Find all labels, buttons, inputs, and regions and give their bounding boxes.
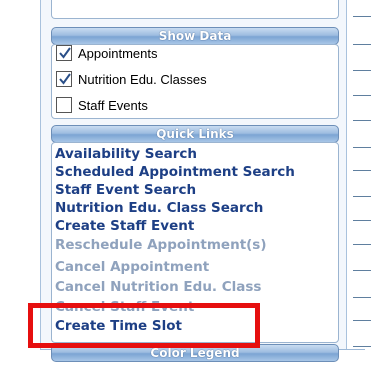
grid-line [353, 120, 371, 121]
grid-line [353, 346, 371, 347]
highlight-box [28, 303, 260, 348]
grid-line [353, 16, 371, 17]
grid-line [353, 147, 371, 148]
app-frame: Show Data Appointments Nutrition Edu. Cl… [0, 0, 371, 367]
grid-line [353, 297, 371, 298]
option-nutrition-classes[interactable]: Nutrition Edu. Classes [56, 70, 207, 88]
checkmark-icon [59, 47, 71, 59]
link-scheduled-appointment-search[interactable]: Scheduled Appointment Search [55, 163, 295, 181]
grid-line [353, 70, 371, 71]
option-appointments[interactable]: Appointments [56, 44, 158, 62]
grid-line [353, 220, 371, 221]
grid-line [353, 44, 371, 45]
grid-line [353, 320, 371, 321]
option-staff-events[interactable]: Staff Events [56, 96, 148, 114]
checkmark-icon [59, 73, 71, 85]
quick-links-header[interactable]: Quick Links [51, 125, 339, 143]
grid-line [353, 196, 371, 197]
nutrition-classes-checkbox[interactable] [56, 71, 72, 87]
link-cancel-nutrition-class: Cancel Nutrition Edu. Class [55, 279, 262, 295]
link-reschedule-appointments: Reschedule Appointment(s) [55, 237, 267, 253]
top-section-box [51, 0, 339, 19]
show-data-header[interactable]: Show Data [51, 27, 339, 45]
link-availability-search[interactable]: Availability Search [55, 145, 197, 163]
link-cancel-appointment: Cancel Appointment [55, 259, 210, 275]
grid-line [353, 270, 371, 271]
nutrition-classes-label: Nutrition Edu. Classes [78, 71, 207, 87]
link-create-staff-event[interactable]: Create Staff Event [55, 217, 194, 235]
appointments-checkbox[interactable] [56, 45, 72, 61]
grid-line [353, 244, 371, 245]
grid-line [353, 170, 371, 171]
link-staff-event-search[interactable]: Staff Event Search [55, 181, 196, 199]
link-nutrition-class-search[interactable]: Nutrition Edu. Class Search [55, 199, 263, 217]
staff-events-checkbox[interactable] [56, 97, 72, 113]
grid-line [353, 95, 371, 96]
appointments-label: Appointments [78, 45, 158, 61]
staff-events-label: Staff Events [78, 97, 148, 113]
